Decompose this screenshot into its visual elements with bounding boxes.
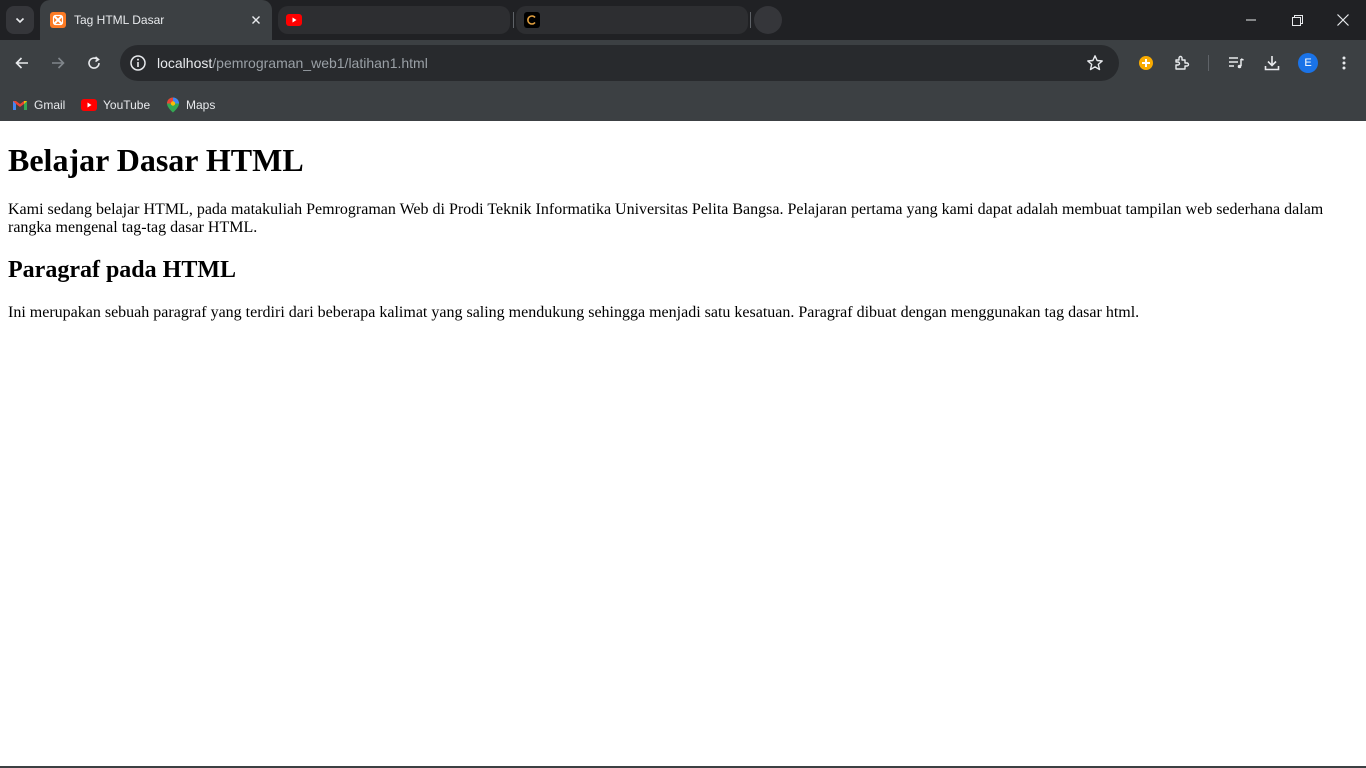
downloads-button[interactable] (1256, 47, 1288, 79)
tab-separator (513, 12, 514, 28)
tab-active[interactable]: Tag HTML Dasar (40, 0, 272, 40)
tab-c[interactable] (516, 6, 748, 34)
close-icon (1337, 14, 1349, 26)
avatar: E (1298, 53, 1318, 73)
url-path: /pemrograman_web1/latihan1.html (212, 55, 428, 71)
back-button[interactable] (6, 47, 38, 79)
arrow-left-icon (15, 57, 28, 69)
c-icon (524, 12, 540, 28)
reload-icon (88, 56, 100, 69)
youtube-icon (286, 12, 302, 28)
gmail-icon (13, 101, 27, 110)
more-vert-icon (1342, 56, 1346, 70)
address-bar[interactable]: localhost/pemrograman_web1/latihan1.html (120, 45, 1119, 81)
download-icon (1264, 56, 1280, 71)
intro-paragraph: Kami sedang belajar HTML, pada matakulia… (8, 201, 1324, 236)
puzzle-icon (1175, 55, 1190, 70)
profile-button[interactable]: E (1292, 47, 1324, 79)
minimize-button[interactable] (1228, 0, 1274, 40)
close-window-button[interactable] (1320, 0, 1366, 40)
toolbar: localhost/pemrograman_web1/latihan1.html… (0, 40, 1366, 86)
tab-search-button[interactable] (6, 6, 34, 34)
tab-youtube[interactable] (278, 6, 510, 34)
page-title: Belajar Dasar HTML (8, 142, 304, 178)
youtube-icon (81, 99, 97, 111)
extensions-button[interactable] (1166, 47, 1198, 79)
bookmark-youtube[interactable]: YouTube (75, 91, 156, 119)
url-host: localhost (157, 55, 213, 71)
bookmark-label: YouTube (103, 98, 151, 112)
maps-icon (167, 97, 179, 113)
tab-separator (750, 12, 751, 28)
body-paragraph: Ini merupakan sebuah paragraf yang terdi… (8, 304, 1140, 321)
queue-music-icon (1229, 57, 1244, 69)
minimize-icon (1246, 19, 1256, 21)
forward-button[interactable] (42, 47, 74, 79)
bookmark-star-icon[interactable] (1086, 54, 1104, 77)
menu-button[interactable] (1328, 47, 1360, 79)
restore-icon (1291, 14, 1303, 26)
media-control-button[interactable] (1220, 47, 1252, 79)
new-tab-button[interactable] (754, 6, 782, 34)
extension-button[interactable] (1130, 47, 1162, 79)
bookmark-label: Maps (186, 98, 216, 112)
chevron-down-icon (15, 17, 25, 24)
reload-button[interactable] (78, 47, 110, 79)
bookmark-gmail[interactable]: Gmail (6, 91, 71, 119)
toolbar-divider (1208, 55, 1209, 71)
url-text[interactable]: localhost/pemrograman_web1/latihan1.html (157, 45, 428, 81)
arrow-right-icon (52, 57, 65, 69)
xampp-icon (50, 12, 66, 28)
bookmarks-bar: Gmail YouTube Maps (0, 86, 1366, 121)
tab-title: Tag HTML Dasar (74, 13, 165, 27)
section-heading: Paragraf pada HTML (8, 257, 236, 283)
bookmark-label: Gmail (34, 98, 66, 112)
page-viewport: Belajar Dasar HTML Kami sedang belajar H… (0, 121, 1366, 768)
restore-button[interactable] (1274, 0, 1320, 40)
tab-strip: Tag HTML Dasar (0, 0, 1366, 40)
bookmark-maps[interactable]: Maps (160, 91, 221, 119)
site-info-icon[interactable] (129, 54, 147, 77)
extension-orange-icon (1139, 56, 1153, 70)
close-icon[interactable] (248, 12, 264, 28)
